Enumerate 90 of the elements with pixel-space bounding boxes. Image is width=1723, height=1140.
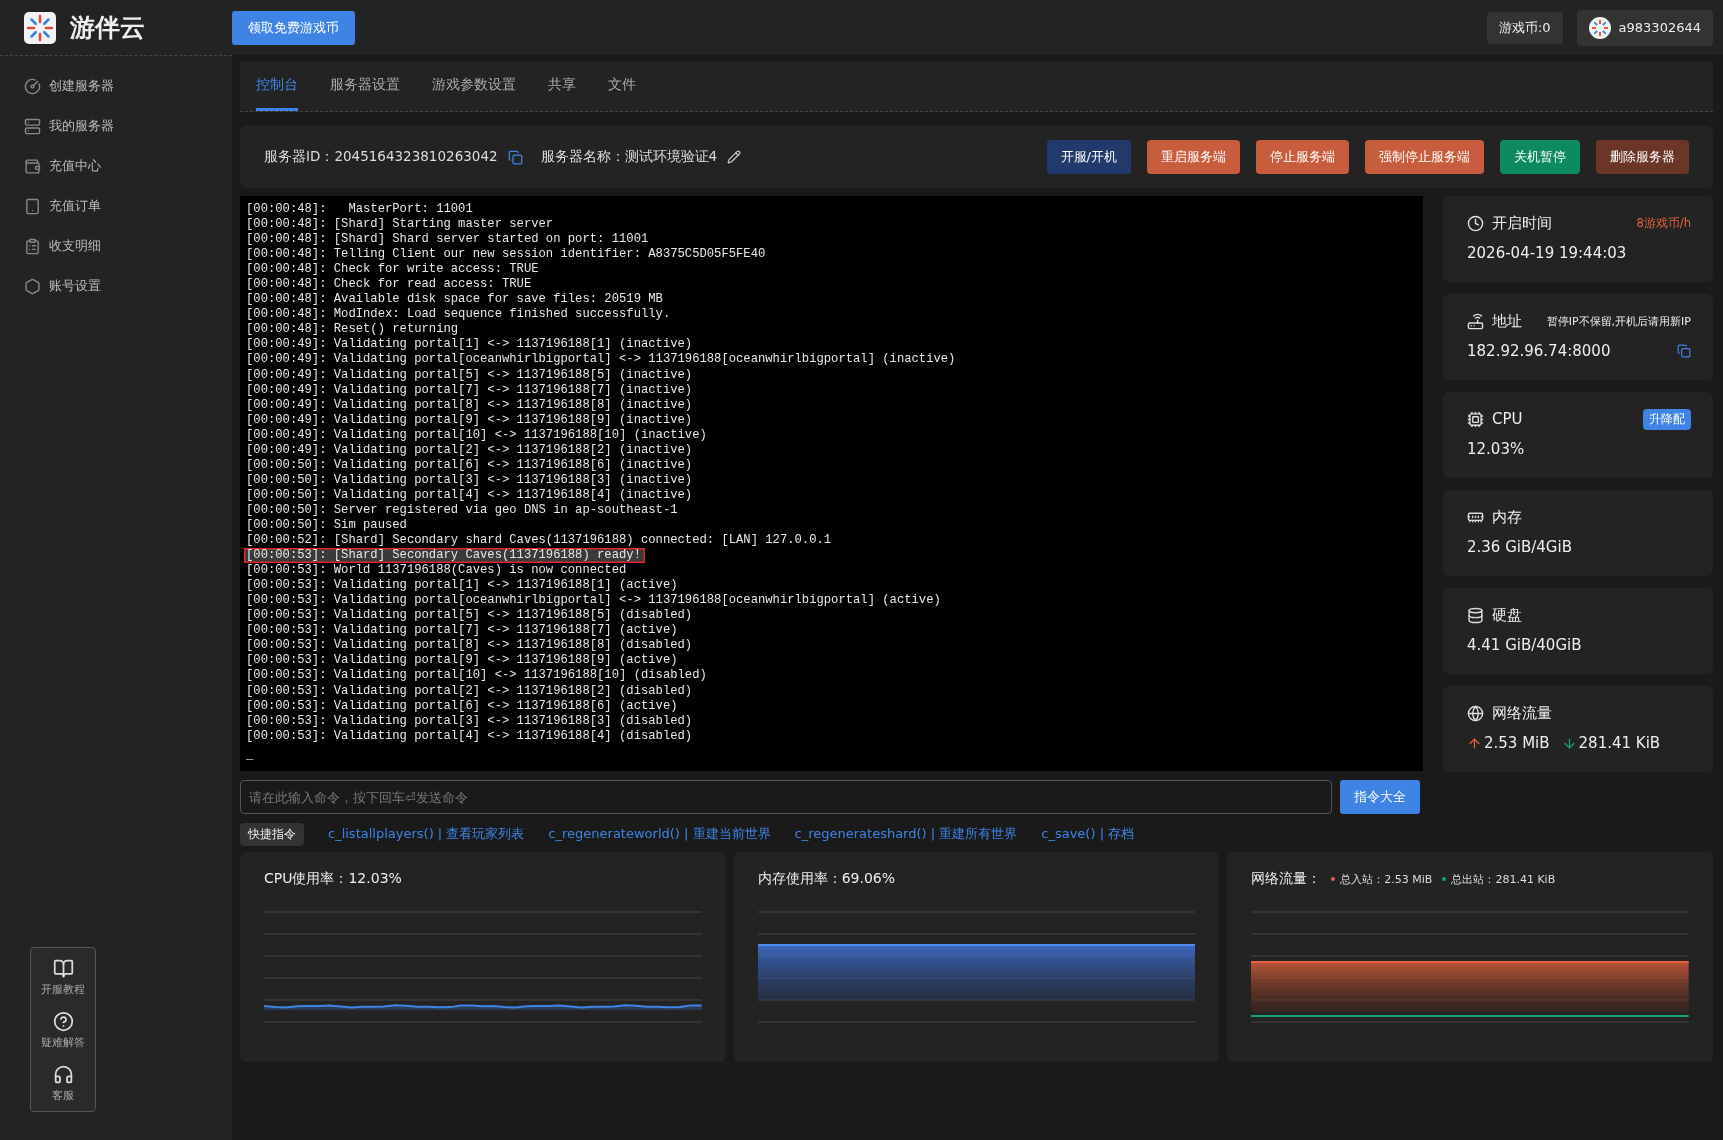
console-line: [00:00:53]: Validating portal[9] <-> 1137196188[9] (active) [246, 653, 678, 669]
user-menu[interactable]: a983302644 [1576, 9, 1713, 46]
console-line: [00:00:48]: Available disk space for save files: 20519 MB [246, 292, 663, 308]
console-line: [00:00:53]: Validating portal[1] <-> 1137196188[1] (active) [246, 578, 678, 594]
sidebar-item[interactable]: 账号设置 [24, 274, 232, 298]
download-value: 281.41 KiB [1578, 734, 1661, 752]
console-line: [00:00:49]: Validating portal[2] <-> 1137196188[2] (inactive) [246, 442, 693, 458]
quick-command-link[interactable]: c_listallplayers() | 查看玩家列表 [328, 825, 525, 843]
stat-note: 暂停IP不保留,开机后请用新IP [1546, 313, 1691, 329]
action-button[interactable]: 强制停止服务端 [1365, 140, 1484, 174]
console-line: [00:00:49]: Validating portal[oceanwhirlbigportal] <-> 1137196188[oceanwhirlbigportal] (inactive) [246, 352, 956, 368]
console-line: [00:00:50]: Sim paused [246, 518, 407, 534]
server-name: 服务器名称：测试环境验证4 [540, 148, 718, 166]
sidebar-item[interactable]: 创建服务器 [24, 74, 232, 98]
stat-value: 12.03% [1467, 440, 1525, 458]
tab[interactable]: 游戏参数设置 [432, 61, 516, 111]
stat-title: 地址 [1492, 311, 1522, 331]
help-item[interactable]: 客服 [52, 1064, 74, 1103]
console-line: [00:00:53]: World 1137196188(Caves) is now connected [246, 563, 627, 579]
stat-title: CPU [1492, 410, 1523, 428]
tab[interactable]: 控制台 [256, 61, 298, 111]
console-line: [00:00:50]: Server registered via geo DNS in ap-southeast-1 [246, 502, 678, 518]
quick-command-link[interactable]: c_regenerateworld() | 重建当前世界 [548, 825, 771, 843]
commands-button[interactable]: 指令大全 [1340, 780, 1420, 814]
brand-name: 游伴云 [70, 12, 145, 44]
console-line: [00:00:49]: Validating portal[10] <-> 1137196188[10] (inactive) [246, 427, 707, 443]
sidebar-item[interactable]: 充值中心 [24, 154, 232, 178]
console-line: [00:00:53]: Validating portal[6] <-> 1137196188[6] (active) [246, 698, 678, 714]
console-line: [00:00:48]: ModIndex: Load sequence finished successfully. [246, 307, 671, 323]
console-line: [00:00:53]: Validating portal[oceanwhirlbigportal] <-> 1137196188[oceanwhirlbigportal] (active) [246, 593, 941, 609]
help-item[interactable]: 开服教程 [41, 958, 85, 997]
help-item[interactable]: 疑难解答 [41, 1011, 85, 1050]
console-line: [00:00:53]: Validating portal[5] <-> 1137196188[5] (disabled) [246, 608, 693, 624]
stat-title: 开启时间 [1492, 213, 1552, 233]
stat-value: 4.41 GiB/40GiB [1467, 636, 1582, 654]
sidebar-item[interactable]: 收支明细 [24, 234, 232, 258]
stat-value: 2.36 GiB/4GiB [1467, 538, 1572, 556]
sidebar-item[interactable]: 我的服务器 [24, 114, 232, 138]
console-line: [00:00:50]: Validating portal[3] <-> 1137196188[3] (inactive) [246, 472, 693, 488]
stat-title: 内存 [1492, 507, 1522, 527]
server-id: 服务器ID：2045164323810263042 [264, 148, 498, 166]
tab[interactable]: 共享 [548, 61, 576, 111]
upload-value: 2.53 MiB [1484, 734, 1550, 752]
console-line: [00:00:49]: Validating portal[5] <-> 1137196188[5] (inactive) [246, 367, 693, 383]
action-button[interactable]: 开服/开机 [1046, 140, 1131, 174]
stat-title: 网络流量 [1492, 703, 1552, 723]
console-line: [00:00:48]: [Shard] Shard server started on port: 11001 [246, 232, 649, 248]
upgrade-button[interactable]: 升降配 [1643, 408, 1691, 430]
console-line: [00:00:50]: Validating portal[6] <-> 1137196188[6] (inactive) [246, 457, 693, 473]
action-button[interactable]: 删除服务器 [1596, 140, 1689, 174]
console-line: [00:00:49]: Validating portal[7] <-> 1137196188[7] (inactive) [246, 382, 693, 398]
stat-note: 8游戏币/h [1636, 215, 1691, 231]
console-line: [00:00:49]: Validating portal[1] <-> 1137196188[1] (inactive) [246, 337, 693, 353]
console-line: [00:00:53]: Validating portal[8] <-> 1137196188[8] (disabled) [246, 638, 693, 654]
console-line: [00:00:49]: Validating portal[9] <-> 1137196188[9] (inactive) [246, 412, 693, 428]
console-line: [00:00:48]: Telling Client our new session identifier: A8375C5D05F5FE40 [246, 247, 766, 263]
console-line: [00:00:53]: Validating portal[7] <-> 1137196188[7] (active) [246, 623, 678, 639]
console-line: [00:00:52]: [Shard] Secondary shard Caves(1137196188) connected: [LAN] 127.0.0.1 [246, 533, 832, 549]
console-line: [00:00:48]: Reset() returning [246, 322, 459, 338]
console-line: [00:00:53]: Validating portal[2] <-> 1137196188[2] (disabled) [246, 683, 693, 699]
console-line: [00:00:50]: Validating portal[4] <-> 1137196188[4] (inactive) [246, 487, 693, 503]
stat-value: 2026-04-19 19:44:03 [1467, 244, 1627, 262]
console-cursor: _ [246, 747, 254, 763]
console-line: [00:00:48]: [Shard] Starting master server [246, 217, 554, 233]
action-button[interactable]: 停止服务端 [1256, 140, 1349, 174]
console-line: [00:00:48]: Check for write access: TRUE [246, 262, 539, 278]
chart-title: CPU使用率：12.03% [264, 870, 402, 888]
console-line: [00:00:48]: MasterPort: 11001 [246, 202, 473, 218]
quick-command-link[interactable]: c_save() | 存档 [1041, 825, 1135, 843]
chart-title: 网络流量： [1251, 870, 1322, 888]
coin-balance: 游戏币:0 [1486, 11, 1563, 44]
console-line: [00:00:49]: Validating portal[8] <-> 1137196188[8] (inactive) [246, 397, 693, 413]
sidebar-item[interactable]: 充值订单 [24, 194, 232, 218]
chart-title: 内存使用率：69.06% [757, 870, 896, 888]
free-coins-button[interactable]: 领取免费游戏币 [232, 10, 355, 45]
action-button[interactable]: 重启服务端 [1147, 140, 1240, 174]
tab[interactable]: 文件 [608, 61, 636, 111]
console-line: [00:00:48]: Check for read access: TRUE [246, 277, 532, 293]
stat-value: 182.92.96.74:8000 [1467, 342, 1611, 360]
stat-title: 硬盘 [1492, 605, 1522, 625]
console-line: [00:00:53]: Validating portal[3] <-> 1137196188[3] (disabled) [246, 713, 693, 729]
tab[interactable]: 服务器设置 [330, 61, 400, 111]
legend-label: 总出站：281.41 KiB [1451, 871, 1556, 887]
console-line: [00:00:53]: Validating portal[4] <-> 1137196188[4] (disabled) [246, 728, 693, 744]
quick-commands-label: 快捷指令 [240, 822, 304, 846]
console-line: [00:00:53]: Validating portal[10] <-> 1137196188[10] (disabled) [246, 668, 707, 684]
command-input[interactable]: 请在此输入命令，按下回车⏎发送命令 [240, 780, 1332, 814]
quick-command-link[interactable]: c_regenerateshard() | 重建所有世界 [794, 825, 1018, 843]
action-button[interactable]: 关机暂停 [1500, 140, 1580, 174]
legend-label: 总入站：2.53 MiB [1340, 871, 1433, 887]
